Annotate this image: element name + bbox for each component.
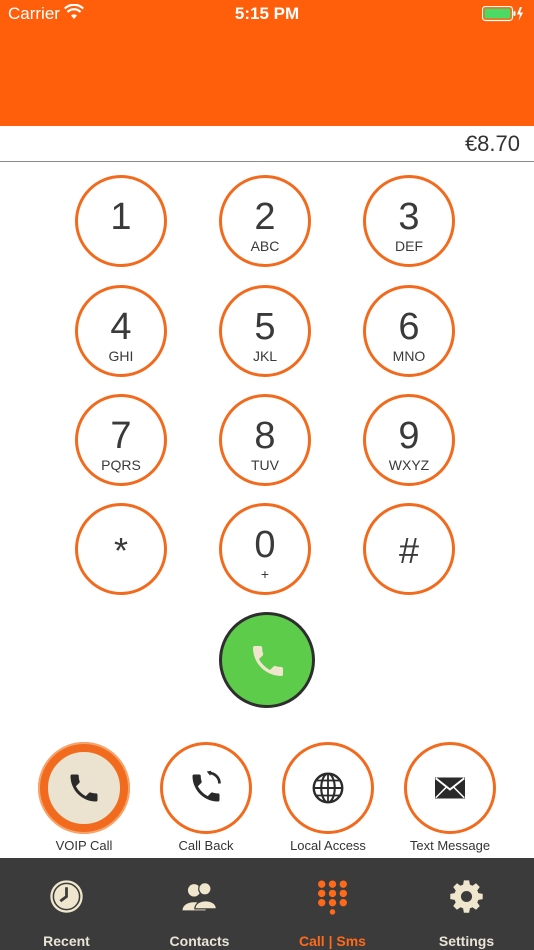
key-letters: ABC bbox=[250, 238, 280, 254]
gear-icon bbox=[450, 880, 483, 913]
dial-key-9[interactable]: 9 WXYZ bbox=[363, 394, 455, 486]
call-back-icon bbox=[192, 770, 221, 802]
key-letters: MNO bbox=[392, 348, 426, 364]
key-letters: JKL bbox=[252, 348, 278, 364]
tab-label: Call | Sms bbox=[299, 933, 366, 949]
key-letters: WXYZ bbox=[388, 457, 430, 473]
key-letters: PQRS bbox=[101, 457, 141, 473]
key-digit: 7 bbox=[110, 415, 132, 457]
phone-icon bbox=[70, 774, 98, 802]
call-button[interactable] bbox=[219, 612, 315, 708]
voip-call-button[interactable] bbox=[38, 742, 130, 834]
tab-contacts[interactable]: Contacts bbox=[133, 858, 266, 950]
key-digit: 3 bbox=[398, 196, 420, 238]
envelope-icon bbox=[435, 777, 465, 799]
tab-settings[interactable]: Settings bbox=[400, 858, 533, 950]
tab-label: Recent bbox=[43, 933, 90, 949]
dial-key-8[interactable]: 8 TUV bbox=[219, 394, 311, 486]
tab-recent[interactable]: Recent bbox=[0, 858, 133, 950]
dial-key-2[interactable]: 2 ABC bbox=[219, 175, 311, 267]
balance-amount: €8.70 bbox=[464, 131, 520, 156]
call-back-button[interactable] bbox=[160, 742, 252, 834]
key-digit: 5 bbox=[254, 306, 276, 348]
dial-key-hash[interactable]: # bbox=[363, 503, 455, 595]
tab-label: Settings bbox=[438, 933, 495, 949]
dial-key-5[interactable]: 5 JKL bbox=[219, 285, 311, 377]
key-digit: 9 bbox=[398, 415, 420, 457]
dial-key-7[interactable]: 7 PQRS bbox=[75, 394, 167, 486]
app-header bbox=[0, 26, 534, 126]
text-message-button[interactable] bbox=[404, 742, 496, 834]
key-letters: GHI bbox=[108, 348, 134, 364]
key-digit: 8 bbox=[254, 415, 276, 457]
dial-key-0[interactable]: 0 + bbox=[219, 503, 311, 595]
local-access-label: Local Access bbox=[290, 838, 366, 853]
dialpad-icon bbox=[318, 880, 347, 915]
key-digit: # bbox=[398, 530, 420, 571]
voip-call-label: VOIP Call bbox=[55, 838, 113, 853]
tab-call-sms[interactable]: Call | Sms bbox=[266, 858, 399, 950]
dial-key-1[interactable]: 1 bbox=[75, 175, 167, 267]
dial-key-4[interactable]: 4 GHI bbox=[75, 285, 167, 377]
call-back-label: Call Back bbox=[178, 838, 234, 853]
tab-bar: Recent Contacts Call | Sms Settings bbox=[0, 858, 534, 950]
key-digit: * bbox=[113, 530, 128, 571]
globe-icon bbox=[312, 772, 344, 804]
key-digit: 1 bbox=[110, 196, 132, 238]
battery-icon bbox=[481, 5, 524, 27]
key-digit: 6 bbox=[398, 306, 420, 348]
dial-key-star[interactable]: * bbox=[75, 503, 167, 595]
key-letters: DEF bbox=[395, 238, 423, 254]
key-digit: 0 bbox=[254, 524, 276, 566]
status-time: 5:15 PM bbox=[234, 4, 300, 23]
contacts-icon bbox=[182, 882, 218, 911]
key-letters: + bbox=[260, 566, 270, 582]
status-bar: Carrier 5:15 PM bbox=[0, 0, 534, 26]
text-message-label: Text Message bbox=[409, 838, 491, 853]
clock-icon bbox=[50, 880, 83, 913]
key-digit: 4 bbox=[110, 306, 132, 348]
dial-key-6[interactable]: 6 MNO bbox=[363, 285, 455, 377]
tab-label: Contacts bbox=[169, 933, 230, 949]
balance-bar: €8.70 bbox=[0, 126, 534, 162]
key-letters: TUV bbox=[251, 457, 279, 473]
local-access-button[interactable] bbox=[282, 742, 374, 834]
phone-icon bbox=[253, 646, 283, 676]
key-digit: 2 bbox=[254, 196, 276, 238]
dial-key-3[interactable]: 3 DEF bbox=[363, 175, 455, 267]
